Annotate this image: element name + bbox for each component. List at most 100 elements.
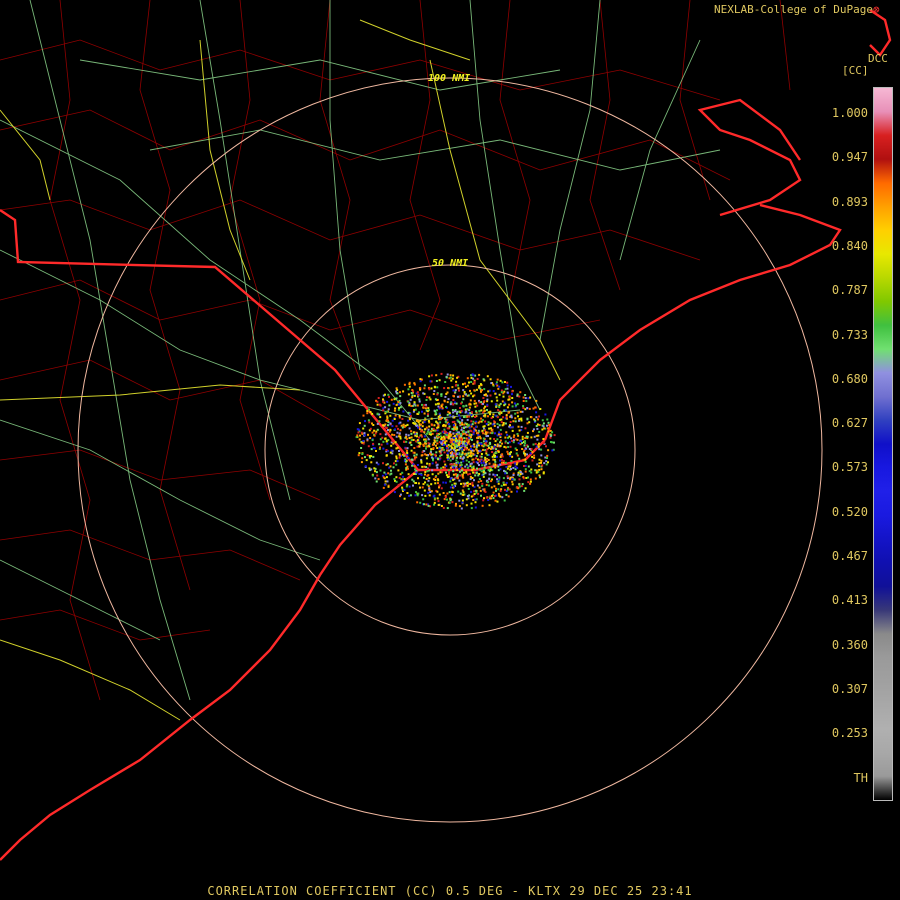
radar-echo-pixel xyxy=(429,398,432,401)
radar-echo-pixel xyxy=(377,397,380,399)
radar-echo-pixel xyxy=(520,485,523,488)
radar-echo-pixel xyxy=(473,399,476,402)
radar-echo-pixel xyxy=(383,471,386,474)
radar-echo-pixel xyxy=(541,464,544,467)
radar-echo-pixel xyxy=(437,504,440,506)
radar-echo-pixel xyxy=(508,398,511,401)
radar-echo-pixel xyxy=(402,423,405,426)
radar-echo-pixel xyxy=(475,429,477,432)
radar-echo-pixel xyxy=(490,486,493,489)
radar-echo-pixel xyxy=(420,454,423,457)
radar-echo-pixel xyxy=(520,425,523,428)
radar-echo-pixel xyxy=(463,416,465,418)
radar-echo-pixel xyxy=(391,425,394,428)
radar-echo-pixel xyxy=(485,452,488,455)
radar-echo-pixel xyxy=(521,435,524,438)
radar-echo-pixel xyxy=(373,467,376,470)
radar-echo-pixel xyxy=(506,475,509,478)
radar-echo-pixel xyxy=(407,434,410,437)
radar-echo-pixel xyxy=(475,457,477,460)
radar-echo-pixel xyxy=(386,442,389,445)
radar-echo-pixel xyxy=(517,434,520,437)
radar-echo-pixel xyxy=(374,470,376,473)
radar-echo-pixel xyxy=(444,381,447,383)
radar-echo-pixel xyxy=(463,391,466,393)
radar-echo-pixel xyxy=(423,435,426,438)
radar-echo-pixel xyxy=(405,435,408,438)
radar-echo-pixel xyxy=(402,390,405,393)
radar-echo-pixel xyxy=(368,408,370,411)
radar-echo-pixel xyxy=(453,464,456,467)
radar-echo-pixel xyxy=(510,385,512,388)
radar-echo-pixel xyxy=(387,485,390,488)
radar-echo-pixel xyxy=(480,409,483,412)
radar-echo-pixel xyxy=(480,417,483,420)
radar-echo-pixel xyxy=(456,439,459,442)
radar-echo-pixel xyxy=(443,451,446,454)
radar-echo-pixel xyxy=(518,483,521,486)
radar-echo-pixel xyxy=(425,399,428,401)
radar-echo-pixel xyxy=(444,441,447,444)
radar-echo-pixel xyxy=(476,449,479,452)
radar-echo-pixel xyxy=(408,427,411,430)
radar-echo-pixel xyxy=(379,469,382,472)
radar-echo-pixel xyxy=(514,412,517,415)
radar-echo-pixel xyxy=(368,421,371,424)
radar-echo-pixel xyxy=(431,462,434,465)
radar-echo-pixel xyxy=(524,468,527,471)
radar-echo-pixel xyxy=(448,473,450,475)
radar-echo-pixel xyxy=(466,377,469,380)
radar-echo-pixel xyxy=(504,488,506,491)
radar-echo-pixel xyxy=(507,446,510,448)
radar-echo-pixel xyxy=(425,503,428,506)
radar-echo-pixel xyxy=(387,393,390,396)
radar-echo-pixel xyxy=(545,463,548,466)
radar-echo-pixel xyxy=(384,437,387,440)
radar-echo-pixel xyxy=(483,467,486,470)
radar-echo-pixel xyxy=(422,392,425,395)
radar-echo-pixel xyxy=(453,435,456,438)
radar-echo-pixel xyxy=(482,432,485,435)
radar-echo-pixel xyxy=(521,438,524,441)
radar-echo-pixel xyxy=(356,428,359,431)
radar-echo-pixel xyxy=(441,403,444,406)
radar-echo-pixel xyxy=(486,415,489,418)
radar-echo-pixel xyxy=(378,420,381,423)
radar-echo-pixel xyxy=(458,448,461,451)
radar-echo-pixel xyxy=(446,434,448,437)
radar-echo-pixel xyxy=(553,434,556,437)
radar-echo-pixel xyxy=(423,489,426,492)
radar-echo-pixel xyxy=(385,427,388,429)
radar-echo-pixel xyxy=(413,458,416,461)
radar-echo-pixel xyxy=(518,418,521,421)
radar-echo-pixel xyxy=(450,463,453,466)
radar-echo-pixel xyxy=(524,442,527,445)
radar-echo-pixel xyxy=(487,484,490,487)
radar-echo-pixel xyxy=(461,422,463,425)
radar-echo-pixel xyxy=(386,480,389,483)
radar-echo-pixel xyxy=(466,415,469,418)
radar-echo-pixel xyxy=(461,473,464,476)
radar-echo-pixel xyxy=(449,452,452,454)
radar-echo-pixel xyxy=(394,414,397,417)
radar-echo-pixel xyxy=(452,394,455,397)
radar-echo-pixel xyxy=(374,477,377,480)
radar-echo-pixel xyxy=(380,443,383,446)
radar-echo-pixel xyxy=(535,469,538,472)
radar-echo-pixel xyxy=(401,486,404,489)
radar-echo-pixel xyxy=(521,483,524,486)
radar-echo-pixel xyxy=(436,466,439,469)
radar-echo-pixel xyxy=(494,414,497,417)
radar-echo-pixel xyxy=(464,393,467,396)
radar-echo-pixel xyxy=(425,447,427,450)
radar-echo-pixel xyxy=(461,451,464,454)
radar-echo-pixel xyxy=(360,461,363,464)
radar-echo-pixel xyxy=(451,483,454,486)
radar-echo-pixel xyxy=(472,420,475,423)
radar-echo-pixel xyxy=(420,473,423,476)
radar-echo-pixel xyxy=(536,427,539,430)
radar-echo-pixel xyxy=(407,473,410,476)
radar-echo-pixel xyxy=(491,494,493,497)
radar-echo-pixel xyxy=(438,486,440,489)
radar-echo-pixel xyxy=(366,454,369,457)
